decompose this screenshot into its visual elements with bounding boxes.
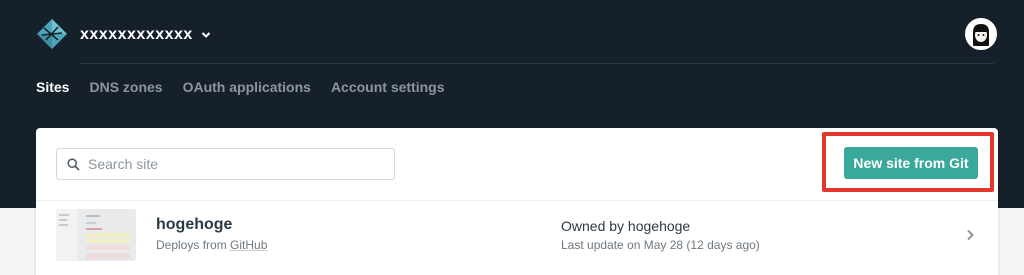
search-input[interactable]	[88, 156, 388, 172]
site-owner: Owned by hogehoge	[561, 218, 691, 234]
deploy-prefix: Deploys from	[156, 238, 231, 252]
chevron-right-icon	[967, 229, 974, 241]
header-divider	[80, 63, 994, 64]
site-screenshot-icon	[56, 209, 136, 261]
deploy-source-link[interactable]: GitHub	[230, 238, 267, 252]
nav-tab-account-settings[interactable]: Account settings	[331, 78, 445, 96]
site-name[interactable]: hogehoge	[156, 216, 232, 234]
new-site-from-git-button[interactable]: New site from Git	[844, 147, 978, 179]
site-row[interactable]: hogehoge Deploys from GitHub Owned by ho…	[36, 200, 998, 270]
nav-tab-oauth-applications[interactable]: OAuth applications	[183, 78, 311, 96]
avatar-image-icon	[967, 20, 995, 48]
site-deploy-source: Deploys from GitHub	[156, 238, 267, 252]
site-last-update: Last update on May 28 (12 days ago)	[561, 238, 760, 252]
chevron-down-icon	[201, 32, 210, 38]
netlify-logo-icon[interactable]	[36, 18, 68, 50]
avatar[interactable]	[965, 18, 997, 50]
team-name: xxxxxxxxxxxx	[80, 26, 193, 43]
search-box[interactable]	[56, 148, 395, 180]
main-nav: Sites DNS zones OAuth applications Accou…	[36, 78, 465, 96]
search-icon	[67, 157, 80, 171]
sites-card: New site from Git hogehoge Deploys from …	[36, 128, 998, 275]
team-switcher[interactable]: xxxxxxxxxxxx	[80, 24, 211, 46]
nav-tab-dns-zones[interactable]: DNS zones	[89, 78, 162, 96]
site-thumbnail	[56, 209, 136, 261]
nav-tab-sites[interactable]: Sites	[36, 78, 69, 96]
